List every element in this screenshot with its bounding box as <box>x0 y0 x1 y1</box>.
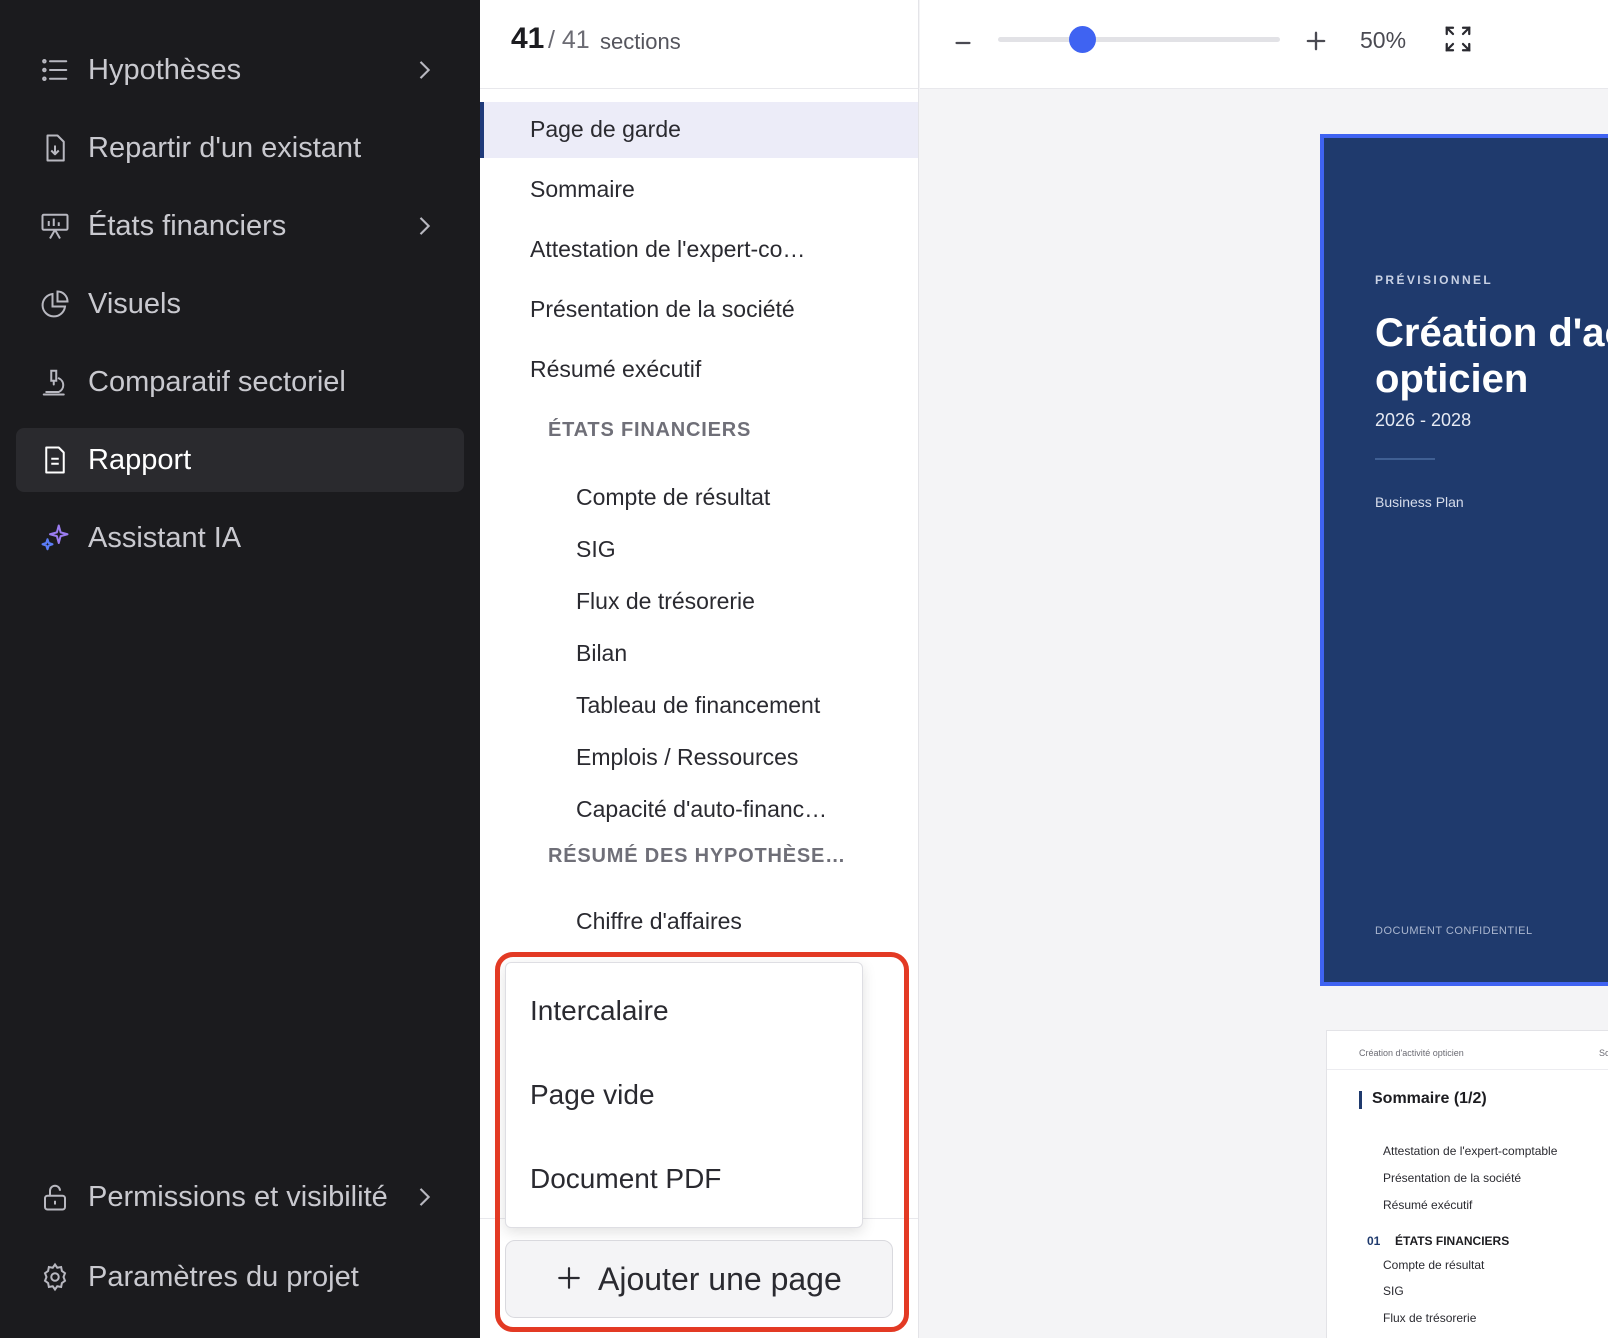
summary-entry: Flux de trésorerie <box>1383 1311 1477 1325</box>
sidebar-item-label: Assistant IA <box>88 522 242 554</box>
sparkle-icon <box>41 524 69 551</box>
section-item-presentation[interactable]: Présentation de la société <box>480 282 918 338</box>
section-item-flux-tresorerie[interactable]: Flux de trésorerie <box>480 574 918 630</box>
page-header-title: Création d'activité opticien <box>1359 1048 1464 1058</box>
section-item-label: Compte de résultat <box>576 484 771 510</box>
section-item-capacite[interactable]: Capacité d'auto-financ… <box>480 782 918 838</box>
summary-entry: Présentation de la société <box>1383 1171 1522 1185</box>
sidebar-item-label: Comparatif sectoriel <box>88 366 346 398</box>
summary-group-label: ÉTATS FINANCIERS <box>1395 1234 1510 1248</box>
fullscreen-icon[interactable] <box>1443 24 1473 54</box>
title-accent-bar <box>1359 1091 1362 1109</box>
menu-item-page-vide[interactable]: Page vide <box>530 1079 655 1111</box>
section-item-label: Bilan <box>576 640 628 666</box>
cover-title: Création d'activité opticien <box>1375 311 1608 401</box>
section-item-chiffre-affaires[interactable]: Chiffre d'affaires <box>480 894 918 950</box>
menu-item-document-pdf[interactable]: Document PDF <box>530 1163 721 1195</box>
summary-entry: Résumé exécutif <box>1383 1198 1473 1212</box>
zoom-value: 50% <box>1360 27 1407 53</box>
section-item-sig[interactable]: SIG <box>480 522 918 578</box>
zoom-slider-thumb[interactable] <box>1069 26 1097 53</box>
section-count-total: / 41 <box>548 26 590 54</box>
zoom-slider[interactable] <box>998 37 1280 42</box>
summary-entry: Compte de résultat <box>1383 1258 1485 1272</box>
section-group-etats-financiers[interactable]: ÉTATS FINANCIERS <box>548 419 751 442</box>
section-item-label: Page de garde <box>530 116 681 142</box>
section-item-tableau-financement[interactable]: Tableau de financement <box>480 678 918 734</box>
cover-kicker: PRÉVISIONNEL <box>1375 273 1494 287</box>
chevron-right-icon <box>419 61 431 79</box>
chevron-right-icon <box>419 217 431 235</box>
menu-item-intercalaire[interactable]: Intercalaire <box>530 995 669 1027</box>
summary-group-number: 01 <box>1367 1234 1381 1248</box>
summary-entry: SIG <box>1383 1284 1404 1298</box>
section-item-label: Capacité d'auto-financ… <box>576 796 828 822</box>
main-sidebar: Hypothèses Repartir d'un existant États … <box>0 0 480 1338</box>
sidebar-item-parametres[interactable]: Paramètres du projet <box>16 1245 464 1309</box>
document-icon <box>45 446 65 474</box>
sidebar-item-repartir[interactable]: Repartir d'un existant <box>16 116 464 180</box>
sidebar-item-label: Permissions et visibilité <box>88 1181 388 1213</box>
sidebar-item-label: États financiers <box>88 210 287 242</box>
chevron-right-icon <box>419 1188 431 1206</box>
section-group-hypotheses[interactable]: RÉSUMÉ DES HYPOTHÈSE… <box>548 845 846 868</box>
cover-confidential: DOCUMENT CONFIDENTIEL <box>1375 925 1533 937</box>
summary-title: Sommaire (1/2) <box>1372 1090 1487 1107</box>
preview-toolbar: 50% <box>920 0 1608 89</box>
section-item-resume[interactable]: Résumé exécutif <box>480 342 918 398</box>
page-header-divider <box>1327 1069 1608 1070</box>
list-icon <box>42 59 68 81</box>
plus-icon <box>558 1267 580 1289</box>
lock-icon <box>44 1184 66 1211</box>
section-count-label: sections <box>600 29 681 54</box>
section-item-label: Attestation de l'expert-co… <box>530 236 806 262</box>
section-item-page-de-garde[interactable]: Page de garde <box>480 102 918 158</box>
sidebar-item-etats-financiers[interactable]: États financiers <box>16 194 464 258</box>
cover-page-preview[interactable]: PRÉVISIONNEL Création d'activité opticie… <box>1320 134 1608 986</box>
page-header-right: So <box>1599 1048 1608 1058</box>
cover-subtitle: Business Plan <box>1375 494 1464 510</box>
presentation-icon <box>41 213 69 239</box>
sidebar-item-assistant-ia[interactable]: Assistant IA <box>16 506 464 570</box>
sidebar-item-visuels[interactable]: Visuels <box>16 272 464 336</box>
summary-page-preview[interactable]: Création d'activité opticien So Sommaire… <box>1326 1030 1608 1338</box>
add-page-label: Ajouter une page <box>598 1261 842 1297</box>
cover-years: 2026 - 2028 <box>1375 410 1472 430</box>
sections-header: 41 / 41 sections <box>480 0 918 89</box>
sidebar-item-hypotheses[interactable]: Hypothèses <box>16 38 464 102</box>
microscope-icon <box>42 369 65 396</box>
section-item-label: Sommaire <box>530 176 635 202</box>
file-import-icon <box>46 134 65 162</box>
section-item-bilan[interactable]: Bilan <box>480 626 918 682</box>
sidebar-item-permissions[interactable]: Permissions et visibilité <box>16 1165 464 1229</box>
sidebar-item-comparatif[interactable]: Comparatif sectoriel <box>16 350 464 414</box>
section-item-attestation[interactable]: Attestation de l'expert-co… <box>480 222 918 278</box>
sidebar-item-label: Rapport <box>88 444 192 476</box>
section-item-label: Chiffre d'affaires <box>576 908 742 934</box>
sidebar-item-label: Paramètres du projet <box>88 1261 359 1293</box>
gear-icon <box>43 1262 67 1292</box>
section-item-label: Présentation de la société <box>530 296 795 322</box>
section-item-label: Tableau de financement <box>576 692 821 718</box>
sidebar-item-label: Repartir d'un existant <box>88 132 362 164</box>
add-page-button[interactable]: Ajouter une page <box>505 1240 893 1318</box>
section-item-sommaire[interactable]: Sommaire <box>480 162 918 218</box>
zoom-in-button[interactable] <box>1302 27 1330 55</box>
zoom-out-button[interactable] <box>950 30 976 56</box>
section-item-label: Résumé exécutif <box>530 356 702 382</box>
summary-entry: Attestation de l'expert-comptable <box>1383 1144 1558 1158</box>
sidebar-item-rapport[interactable]: Rapport <box>16 428 464 492</box>
add-page-menu: Intercalaire Page vide Document PDF <box>505 962 863 1228</box>
sidebar-item-label: Visuels <box>88 288 181 320</box>
section-item-label: SIG <box>576 536 616 562</box>
cover-divider <box>1375 458 1435 460</box>
pie-chart-icon <box>41 290 69 318</box>
sidebar-item-label: Hypothèses <box>88 54 242 86</box>
section-item-label: Emplois / Ressources <box>576 744 799 770</box>
section-count-current: 41 <box>511 22 545 55</box>
section-item-compte-resultat[interactable]: Compte de résultat <box>480 470 918 526</box>
section-item-emplois-ressources[interactable]: Emplois / Ressources <box>480 730 918 786</box>
section-item-label: Flux de trésorerie <box>576 588 755 614</box>
